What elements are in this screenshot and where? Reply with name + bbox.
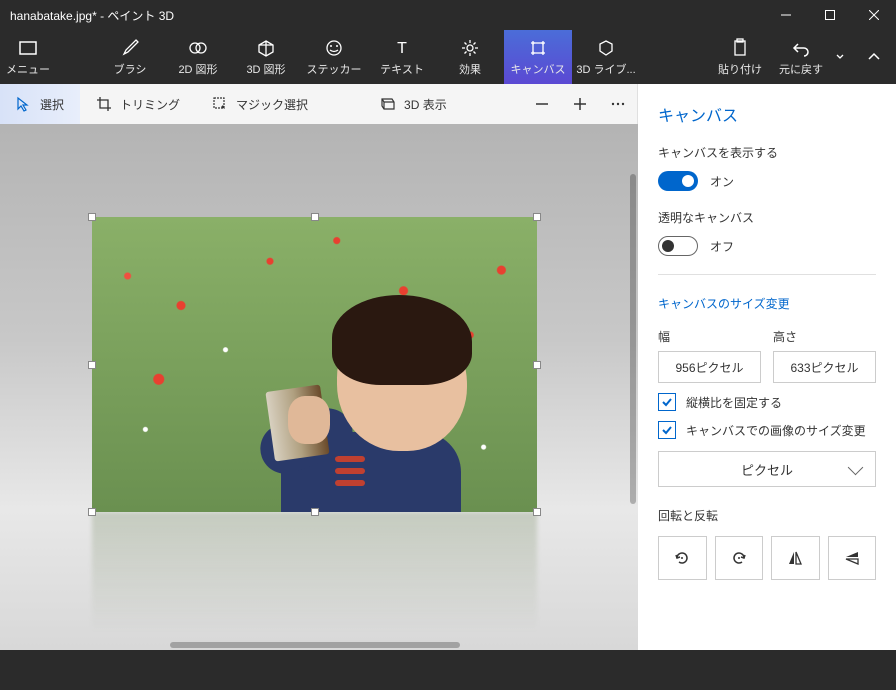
- height-input[interactable]: [773, 351, 876, 383]
- text-label: テキスト: [380, 61, 424, 77]
- handle-mid-left[interactable]: [88, 361, 96, 369]
- resize-label: キャンバスのサイズ変更: [658, 295, 876, 312]
- flip-vertical-button[interactable]: [828, 536, 877, 580]
- library3d-label: 3D ライブ...: [576, 61, 635, 77]
- shape2d-label: 2D 図形: [178, 61, 217, 77]
- magic-select-tool[interactable]: マジック選択: [196, 84, 324, 124]
- crop-tool[interactable]: トリミング: [80, 84, 196, 124]
- toggle-off-label: オフ: [710, 238, 734, 255]
- brush-tab[interactable]: ブラシ: [96, 30, 164, 84]
- minimize-button[interactable]: [764, 0, 808, 30]
- rotate-cw-button[interactable]: [715, 536, 764, 580]
- window-title: hanabatake.jpg* - ペイント 3D: [0, 7, 764, 24]
- shape2d-tab[interactable]: 2D 図形: [164, 30, 232, 84]
- effects-tab[interactable]: 効果: [436, 30, 504, 84]
- lock-aspect-checkbox[interactable]: 縦横比を固定する: [658, 393, 876, 411]
- shape3d-tab[interactable]: 3D 図形: [232, 30, 300, 84]
- rotate-ccw-button[interactable]: [658, 536, 707, 580]
- canvas-reflection: [92, 512, 537, 632]
- brush-label: ブラシ: [114, 61, 147, 77]
- resize-image-checkbox[interactable]: キャンバスでの画像のサイズ変更: [658, 421, 876, 439]
- check-icon: [658, 421, 676, 439]
- flip-horizontal-button[interactable]: [771, 536, 820, 580]
- canvas-area[interactable]: 選択 トリミング マジック選択 3D 表示: [0, 84, 638, 650]
- select-tool[interactable]: 選択: [0, 84, 80, 124]
- width-label: 幅: [658, 328, 761, 345]
- check-icon: [658, 393, 676, 411]
- handle-top-right[interactable]: [533, 213, 541, 221]
- canvas-tab[interactable]: キャンバス: [504, 30, 572, 84]
- view3d-tool[interactable]: 3D 表示: [364, 84, 463, 124]
- scrollbar-horizontal[interactable]: [170, 642, 460, 648]
- magic-label: マジック選択: [236, 96, 308, 113]
- crop-label: トリミング: [120, 96, 180, 113]
- handle-bot-mid[interactable]: [311, 508, 319, 516]
- unit-value: ピクセル: [741, 460, 793, 479]
- show-canvas-label: キャンバスを表示する: [658, 144, 876, 161]
- undo-dropdown[interactable]: [828, 30, 852, 84]
- unit-select[interactable]: ピクセル: [658, 451, 876, 487]
- svg-text:T: T: [397, 40, 407, 57]
- handle-bot-right[interactable]: [533, 508, 541, 516]
- scrollbar-vertical[interactable]: [630, 174, 636, 504]
- undo-label: 元に戻す: [779, 61, 823, 77]
- handle-mid-right[interactable]: [533, 361, 541, 369]
- paste-label: 貼り付け: [718, 61, 762, 77]
- sticker-label: ステッカー: [307, 61, 362, 77]
- titlebar: hanabatake.jpg* - ペイント 3D: [0, 0, 896, 30]
- zoom-out-button[interactable]: [523, 84, 561, 124]
- canvas-label: キャンバス: [511, 61, 566, 77]
- paste-button[interactable]: 貼り付け: [706, 30, 774, 84]
- rotate-flip-label: 回転と反転: [658, 507, 876, 524]
- side-panel: キャンバス キャンバスを表示する オン 透明なキャンバス オフ キャンバスのサイ…: [638, 84, 896, 650]
- handle-top-mid[interactable]: [311, 213, 319, 221]
- transparent-label: 透明なキャンバス: [658, 209, 876, 226]
- sticker-tab[interactable]: ステッカー: [300, 30, 368, 84]
- show-canvas-toggle[interactable]: [658, 171, 698, 191]
- panel-title: キャンバス: [658, 102, 876, 126]
- resize-image-label: キャンバスでの画像のサイズ変更: [686, 422, 866, 439]
- zoom-in-button[interactable]: [561, 84, 599, 124]
- divider: [658, 274, 876, 275]
- effects-label: 効果: [459, 61, 481, 77]
- text-tab[interactable]: T テキスト: [368, 30, 436, 84]
- undo-button[interactable]: 元に戻す: [774, 30, 828, 84]
- lock-aspect-label: 縦横比を固定する: [686, 394, 782, 411]
- more-button[interactable]: [599, 84, 637, 124]
- menu-button[interactable]: メニュー: [0, 30, 56, 84]
- select-label: 選択: [40, 96, 64, 113]
- transparent-toggle[interactable]: [658, 236, 698, 256]
- toggle-on-label: オン: [710, 173, 734, 190]
- height-label: 高さ: [773, 328, 876, 345]
- collapse-ribbon[interactable]: [852, 30, 896, 84]
- close-button[interactable]: [852, 0, 896, 30]
- maximize-button[interactable]: [808, 0, 852, 30]
- shape3d-label: 3D 図形: [246, 61, 285, 77]
- handle-top-left[interactable]: [88, 213, 96, 221]
- canvas-image: [92, 217, 537, 512]
- width-input[interactable]: [658, 351, 761, 383]
- menu-label: メニュー: [6, 61, 50, 77]
- toolbar: 選択 トリミング マジック選択 3D 表示: [0, 84, 638, 124]
- library3d-tab[interactable]: 3D ライブ...: [572, 30, 640, 84]
- ribbon: メニュー ブラシ 2D 図形 3D 図形 ステッカー T テキスト 効果 キャン…: [0, 30, 896, 84]
- view3d-label: 3D 表示: [404, 96, 447, 113]
- canvas-selection[interactable]: [92, 217, 537, 512]
- handle-bot-left[interactable]: [88, 508, 96, 516]
